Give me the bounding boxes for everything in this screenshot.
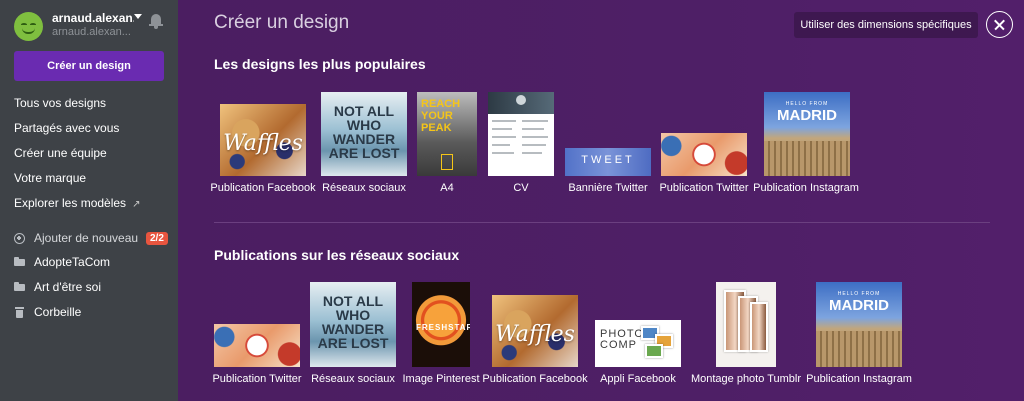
thumb-art-building bbox=[764, 140, 850, 176]
section-title-popular: Les designs les plus populaires bbox=[214, 56, 426, 72]
template-label[interactable]: Montage photo Tumblr bbox=[691, 373, 801, 385]
bell-icon[interactable] bbox=[149, 13, 163, 29]
thumb-cv-line bbox=[492, 152, 514, 154]
template-thumb-facebook-post[interactable]: Waffles bbox=[492, 295, 578, 367]
folder-icon bbox=[14, 282, 25, 293]
template-thumb-social-media[interactable]: NOT ALL WHO WANDER ARE LOST bbox=[310, 282, 396, 367]
nav-all-designs[interactable]: Tous vos designs bbox=[14, 96, 174, 110]
folder-adoptetacom[interactable]: AdopteTaCom bbox=[14, 253, 174, 271]
thumb-art-text: REACH YOUR PEAK bbox=[421, 98, 461, 134]
avatar-smile bbox=[22, 28, 35, 34]
thumb-art-text: Waffles bbox=[223, 131, 303, 157]
profile-email: arnaud.alexan... bbox=[52, 26, 131, 38]
template-label[interactable]: CV bbox=[513, 182, 528, 194]
folder-art-etre-soi[interactable]: Art d'être soi bbox=[14, 278, 174, 296]
template-label[interactable]: Publication Instagram bbox=[806, 373, 912, 385]
avatar-eye-right bbox=[30, 23, 36, 26]
template-thumb-a4[interactable]: REACH YOUR PEAK bbox=[417, 92, 477, 176]
thumb-art-building bbox=[816, 331, 902, 367]
trash-icon bbox=[14, 306, 25, 318]
template-label[interactable]: Publication Twitter bbox=[659, 182, 748, 194]
thumb-cv-header bbox=[488, 92, 554, 114]
trash[interactable]: Corbeille bbox=[14, 303, 174, 321]
page-title: Créer un design bbox=[214, 12, 350, 33]
template-label[interactable]: Image Pinterest bbox=[402, 373, 479, 385]
thumb-cv-line bbox=[522, 136, 548, 138]
folder-label: Art d'être soi bbox=[34, 280, 101, 294]
thumb-art-frame bbox=[441, 154, 453, 170]
thumb-art-text: NOT ALL WHO WANDER ARE LOST bbox=[328, 102, 400, 161]
nav-explore-templates-label: Explorer les modèles bbox=[14, 196, 127, 210]
thumb-art-text: TWEET bbox=[581, 154, 635, 166]
template-label[interactable]: Bannière Twitter bbox=[568, 182, 647, 194]
template-thumb-instagram-post[interactable]: HELLO FROM MADRID bbox=[764, 92, 850, 176]
folder-label: AdopteTaCom bbox=[34, 255, 111, 269]
template-label[interactable]: Publication Facebook bbox=[210, 182, 315, 194]
thumb-cv-line bbox=[522, 128, 544, 130]
folder-icon bbox=[14, 257, 25, 268]
template-thumb-twitter-post[interactable] bbox=[661, 133, 747, 176]
template-label[interactable]: Appli Facebook bbox=[600, 373, 676, 385]
template-thumb-tumblr-collage[interactable] bbox=[716, 282, 776, 367]
template-thumb-facebook-app[interactable]: PHOTO COMP bbox=[595, 320, 681, 367]
thumb-cv-line bbox=[492, 128, 512, 130]
thumb-art-text: Waffles bbox=[495, 322, 575, 348]
sidebar: arnaud.alexan... arnaud.alexan... Créer … bbox=[0, 0, 178, 401]
thumb-art-text: FRESHSTART bbox=[416, 322, 470, 332]
thumb-art-photo bbox=[645, 344, 663, 358]
external-link-icon: ↗ bbox=[132, 199, 141, 210]
template-label[interactable]: Réseaux sociaux bbox=[311, 373, 395, 385]
section-divider bbox=[214, 222, 990, 223]
plus-circle-icon bbox=[14, 232, 25, 244]
main-panel: Créer un design Utiliser des dimensions … bbox=[178, 0, 1024, 401]
bell-clapper bbox=[154, 26, 158, 29]
thumb-art-photo bbox=[750, 302, 768, 352]
template-label[interactable]: Réseaux sociaux bbox=[322, 182, 406, 194]
thumb-art-text: NOT ALL WHO WANDER ARE LOST bbox=[317, 292, 389, 351]
avatar-eye-left bbox=[21, 23, 27, 26]
template-thumb-twitter-post[interactable] bbox=[214, 324, 300, 367]
template-thumb-cv[interactable] bbox=[488, 92, 554, 176]
nav-your-brand[interactable]: Votre marque bbox=[14, 171, 174, 185]
close-icon[interactable] bbox=[986, 11, 1013, 38]
trash-label: Corbeille bbox=[34, 305, 82, 319]
thumb-cv-line bbox=[492, 136, 516, 138]
custom-dimensions-button[interactable]: Utiliser des dimensions spécifiques bbox=[794, 12, 978, 38]
thumb-art-text: MADRID bbox=[777, 107, 837, 124]
profile-name: arnaud.alexan... bbox=[52, 11, 134, 25]
template-label[interactable]: Publication Instagram bbox=[753, 182, 859, 194]
template-thumb-instagram-post[interactable]: HELLO FROM MADRID bbox=[816, 282, 902, 367]
thumb-cv-line bbox=[522, 120, 548, 122]
template-label[interactable]: Publication Twitter bbox=[212, 373, 301, 385]
add-team-member[interactable]: Ajouter de nouveau... 2/2 bbox=[14, 229, 174, 247]
chevron-down-icon[interactable] bbox=[134, 14, 142, 19]
nav-shared-with-you[interactable]: Partagés avec vous bbox=[14, 121, 174, 135]
thumb-art-text: MADRID bbox=[829, 297, 889, 314]
nav-explore-templates[interactable]: Explorer les modèles ↗ bbox=[14, 196, 174, 210]
template-thumb-social-media[interactable]: NOT ALL WHO WANDER ARE LOST bbox=[321, 92, 407, 176]
template-thumb-twitter-banner[interactable]: TWEET bbox=[565, 148, 651, 176]
add-team-label: Ajouter de nouveau... bbox=[34, 231, 138, 245]
team-count-badge: 2/2 bbox=[146, 231, 168, 245]
template-label[interactable]: A4 bbox=[440, 182, 453, 194]
create-design-button[interactable]: Créer un design bbox=[14, 51, 164, 81]
template-thumb-pinterest[interactable]: FRESHSTART bbox=[412, 282, 470, 367]
avatar bbox=[14, 12, 43, 41]
template-label[interactable]: Publication Facebook bbox=[482, 373, 587, 385]
nav-create-team[interactable]: Créer une équipe bbox=[14, 146, 174, 160]
section-title-social: Publications sur les réseaux sociaux bbox=[214, 247, 460, 263]
thumb-cv-line bbox=[522, 152, 542, 154]
thumb-cv-line bbox=[522, 144, 546, 146]
thumb-cv-line bbox=[492, 120, 516, 122]
thumb-cv-line bbox=[492, 144, 510, 146]
template-thumb-facebook-post[interactable]: Waffles bbox=[220, 104, 306, 176]
